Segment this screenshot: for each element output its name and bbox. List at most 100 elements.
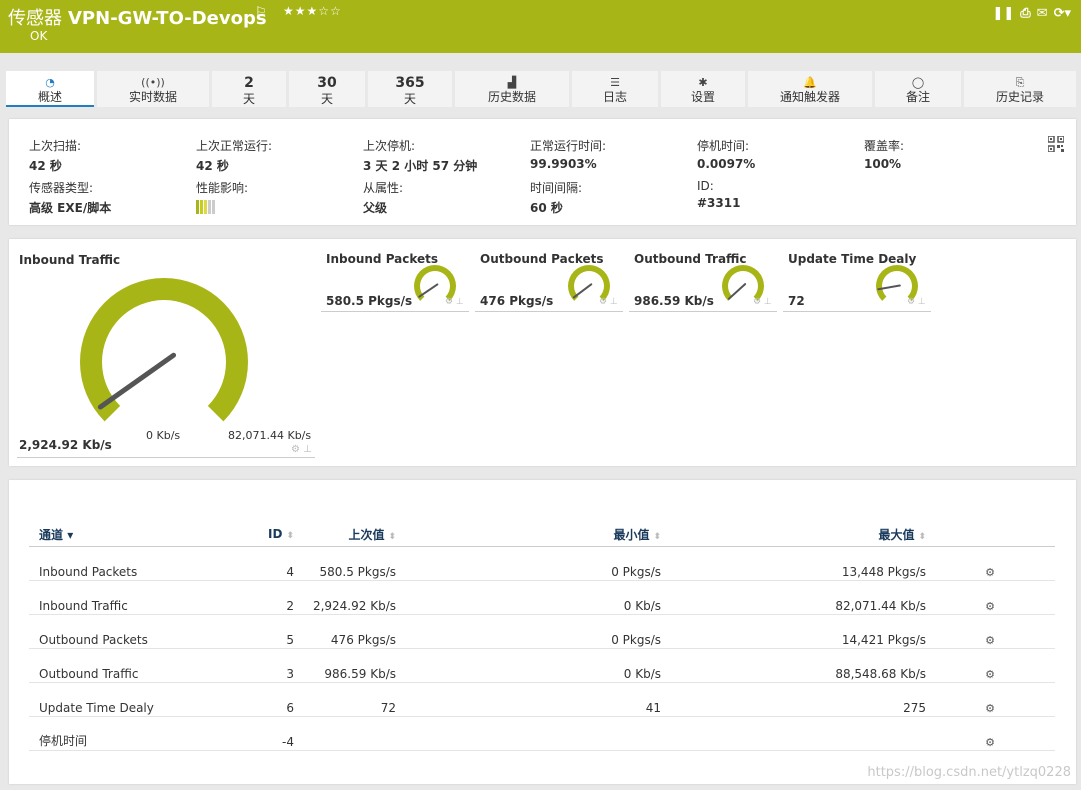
sensor-info-panel: 上次扫描: 42 秒 上次正常运行: 42 秒 上次停机: 3 天 2 小时 5… (9, 119, 1076, 225)
channel-min: 0 Kb/s (396, 648, 661, 683)
pause-icon[interactable]: ❚❚ (992, 6, 1014, 21)
gauge-tools[interactable]: ⚙ ⊥ (753, 297, 772, 307)
tab-settings[interactable]: ✱ 设置 (661, 71, 745, 107)
qr-code-icon[interactable] (1048, 136, 1064, 152)
gauge-arc (568, 265, 610, 301)
channel-last: 580.5 Pkgs/s (294, 546, 396, 581)
channel-id: 5 (239, 614, 294, 649)
channel-name[interactable]: Inbound Traffic (29, 580, 239, 615)
gear-icon: ✱ (698, 76, 708, 89)
gear-icon[interactable]: ⚙ (985, 566, 995, 579)
tab-notification-triggers[interactable]: 🔔 通知触发器 (748, 71, 872, 107)
tab-2-days[interactable]: 2 天 (212, 71, 286, 107)
channel-name[interactable]: Update Time Dealy (29, 682, 239, 717)
tab-label: 概述 (37, 90, 62, 104)
info-value: 60 秒 (530, 201, 563, 215)
gear-icon[interactable]: ⚙ (985, 600, 995, 613)
clipboard-icon: ⎘ (1015, 76, 1025, 89)
column-channel[interactable]: 通道 ▾ (29, 522, 239, 547)
channel-name[interactable]: Outbound Traffic (29, 648, 239, 683)
info-value: 99.9903% (530, 157, 597, 171)
channel-id: -4 (239, 716, 294, 751)
info-value: #3311 (697, 196, 741, 210)
sort-icon: ⬍ (286, 531, 294, 541)
page-title: 传感器 VPN-GW-TO-Devops (8, 4, 267, 30)
column-id[interactable]: ID ⬍ (239, 522, 294, 547)
impact-bar (208, 200, 211, 214)
log-icon: ☰ (610, 76, 620, 89)
tab-log[interactable]: ☰ 日志 (572, 71, 658, 107)
sensor-id: ID: #3311 (697, 179, 740, 210)
gauge-value: 986.59 Kb/s (634, 294, 714, 308)
channel-max: 275 (661, 682, 926, 717)
channel-min (396, 716, 661, 751)
gear-icon[interactable]: ⚙ (985, 702, 995, 715)
watermark: https://blog.csdn.net/ytlzq0228 (867, 765, 1071, 780)
channel-last: 2,924.92 Kb/s (294, 580, 396, 615)
info-label: 时间间隔: (530, 181, 583, 195)
uptime: 正常运行时间: 99.9903% (530, 137, 606, 171)
mail-icon[interactable]: ✉ (1037, 6, 1048, 21)
tab-overview[interactable]: ◔ 概述 (6, 71, 94, 107)
channel-name[interactable]: 停机时间 (29, 716, 239, 751)
channel-max: 13,448 Pkgs/s (661, 546, 926, 581)
channel-min: 41 (396, 682, 661, 717)
column-last-value[interactable]: 上次值 ⬍ (294, 522, 396, 547)
sensor-name: VPN-GW-TO-Devops (68, 8, 267, 29)
gauge-needle (418, 283, 439, 298)
tab-365-days[interactable]: 365 天 (368, 71, 452, 107)
tab-number: 30 (317, 75, 337, 91)
info-label: 上次停机: (363, 139, 416, 153)
column-label: 最大值 (878, 527, 915, 542)
gauge-tools[interactable]: ⚙ ⊥ (907, 297, 926, 307)
impact-bar (212, 200, 215, 214)
tab-history[interactable]: ▟ 历史数据 (455, 71, 569, 107)
export-icon[interactable]: ⎙ (1020, 6, 1030, 21)
gauge-needle (572, 283, 593, 299)
priority-stars[interactable]: ★★★☆☆ (283, 4, 342, 18)
sort-down-icon: ▾ (67, 527, 74, 542)
channel-name[interactable]: Inbound Packets (29, 546, 239, 581)
last-down: 上次停机: 3 天 2 小时 57 分钟 (363, 137, 477, 174)
flag-icon[interactable]: ⚐ (255, 5, 267, 20)
gear-icon[interactable]: ⚙ (985, 736, 995, 749)
tab-label: 天 (403, 92, 416, 106)
gauge-tools[interactable]: ⚙ ⊥ (291, 444, 312, 455)
impact-bar (204, 200, 207, 214)
info-value: 高级 EXE/脚本 (29, 201, 112, 215)
tab-label: 天 (242, 92, 255, 106)
column-max-value[interactable]: 最大值 ⬍ (661, 522, 926, 547)
gauge-needle (97, 352, 177, 410)
dependency: 从属性: 父级 (363, 179, 403, 216)
table-header-row: 通道 ▾ ID ⬍ 上次值 ⬍ 最小值 ⬍ 最大值 ⬍ (29, 522, 1055, 547)
gauge-tools[interactable]: ⚙ ⊥ (445, 297, 464, 307)
coverage: 覆盖率: 100% (864, 137, 904, 171)
main-gauge-max: 82,071.44 Kb/s (228, 429, 312, 442)
info-label: 覆盖率: (864, 139, 905, 153)
gauge-arc (80, 278, 248, 422)
channel-name[interactable]: Outbound Packets (29, 614, 239, 649)
column-label: 最小值 (613, 527, 650, 542)
tab-history-log[interactable]: ⎘ 历史记录 (964, 71, 1076, 107)
column-min-value[interactable]: 最小值 ⬍ (396, 522, 661, 547)
sensor-header: 传感器 VPN-GW-TO-Devops ⚐ ★★★☆☆ OK ❚❚ ⎙ ✉ ⟳▾ (0, 0, 1081, 53)
tab-number: 2 (244, 75, 254, 91)
sensor-type: 传感器类型: 高级 EXE/脚本 (29, 179, 111, 216)
channel-table: 通道 ▾ ID ⬍ 上次值 ⬍ 最小值 ⬍ 最大值 ⬍ Inbound Packets … (29, 522, 1055, 751)
gauge-arc (722, 265, 764, 301)
tab-comments[interactable]: ◯ 备注 (875, 71, 961, 107)
gear-icon[interactable]: ⚙ (985, 634, 995, 647)
table-row: Outbound Traffic 3 986.59 Kb/s 0 Kb/s 88… (29, 648, 1055, 683)
gear-icon[interactable]: ⚙ (985, 668, 995, 681)
table-row: Update Time Dealy 6 72 41 275 ⚙ (29, 682, 1055, 717)
info-label: 正常运行时间: (530, 139, 607, 153)
channel-max (661, 716, 926, 751)
info-label: 上次扫描: (29, 139, 82, 153)
header-toolbar: ❚❚ ⎙ ✉ ⟳▾ (992, 6, 1071, 21)
gauge-tools[interactable]: ⚙ ⊥ (599, 297, 618, 307)
channel-min: 0 Pkgs/s (396, 614, 661, 649)
gauge-icon: ◔ (45, 76, 55, 89)
tab-30-days[interactable]: 30 天 (289, 71, 365, 107)
refresh-icon[interactable]: ⟳▾ (1054, 6, 1071, 21)
tab-live-data[interactable]: ((•)) 实时数据 (97, 71, 209, 107)
